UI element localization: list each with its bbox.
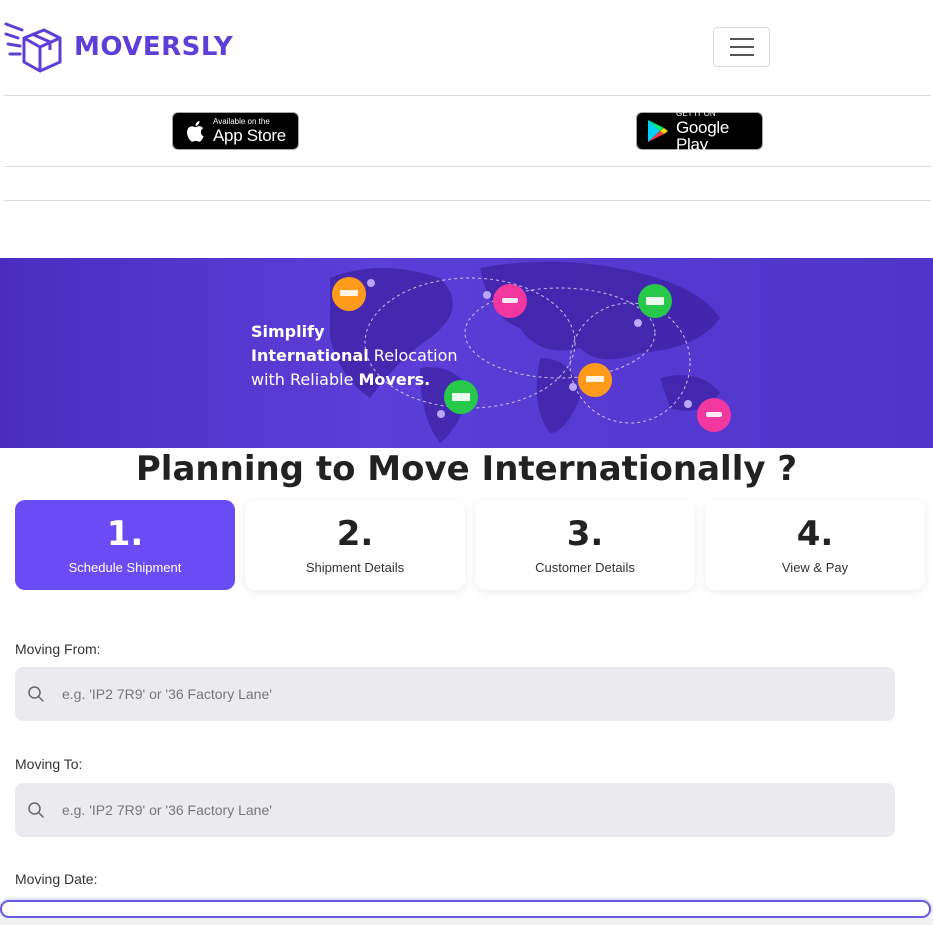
hero-banner: Simplify International Relocation with R…: [0, 258, 933, 448]
step-label: Schedule Shipment: [68, 560, 182, 575]
step-label: View & Pay: [781, 560, 849, 575]
moving-date-label: Moving Date:: [15, 871, 98, 887]
step-view-pay[interactable]: 4. View & Pay: [705, 500, 925, 590]
moving-from-input[interactable]: [62, 686, 842, 702]
app-store-big-text: App Store: [213, 126, 286, 145]
page-bottom-edge: [0, 918, 933, 925]
step-shipment-details[interactable]: 2. Shipment Details: [245, 500, 465, 590]
moving-from-label: Moving From:: [15, 641, 101, 657]
page-title: Planning to Move Internationally ?: [135, 449, 798, 489]
divider: [4, 200, 931, 201]
banner-tagline: Simplify International Relocation with R…: [251, 322, 458, 389]
divider: [4, 95, 931, 96]
step-number: 3.: [566, 514, 604, 554]
step-number: 4.: [796, 514, 834, 554]
search-icon: [28, 802, 44, 818]
divider: [4, 166, 931, 167]
hamburger-icon: [729, 38, 754, 40]
step-customer-details[interactable]: 3. Customer Details: [475, 500, 695, 590]
apple-icon: [181, 120, 209, 142]
app-store-small-text: Available on the: [213, 117, 270, 126]
google-play-small-text: GET IT ON: [675, 108, 716, 118]
app-store-badge[interactable]: Available on the App Store: [172, 112, 299, 150]
google-play-big-text: Google Play: [675, 117, 729, 154]
step-label: Customer Details: [535, 560, 635, 575]
moving-from-field[interactable]: [15, 667, 895, 721]
brand-logo[interactable]: MOVERSLY: [4, 20, 233, 74]
step-number: 2.: [336, 514, 374, 554]
google-play-badge[interactable]: GET IT ON Google Play: [636, 108, 763, 154]
moving-to-label: Moving To:: [15, 756, 83, 772]
step-number: 1.: [106, 514, 144, 554]
moving-to-input[interactable]: [62, 802, 842, 818]
search-icon: [28, 686, 44, 702]
site-header: MOVERSLY: [0, 0, 933, 95]
world-map-illustration: [330, 261, 731, 443]
box-logo-icon: [4, 22, 62, 73]
step-schedule-shipment[interactable]: 1. Schedule Shipment: [15, 500, 235, 590]
moving-date-field[interactable]: [0, 900, 931, 918]
moving-to-field[interactable]: [15, 783, 895, 837]
step-label: Shipment Details: [305, 560, 405, 575]
menu-toggle-button[interactable]: [713, 27, 770, 67]
brand-name: MOVERSLY: [74, 32, 234, 62]
play-icon: [645, 119, 672, 143]
